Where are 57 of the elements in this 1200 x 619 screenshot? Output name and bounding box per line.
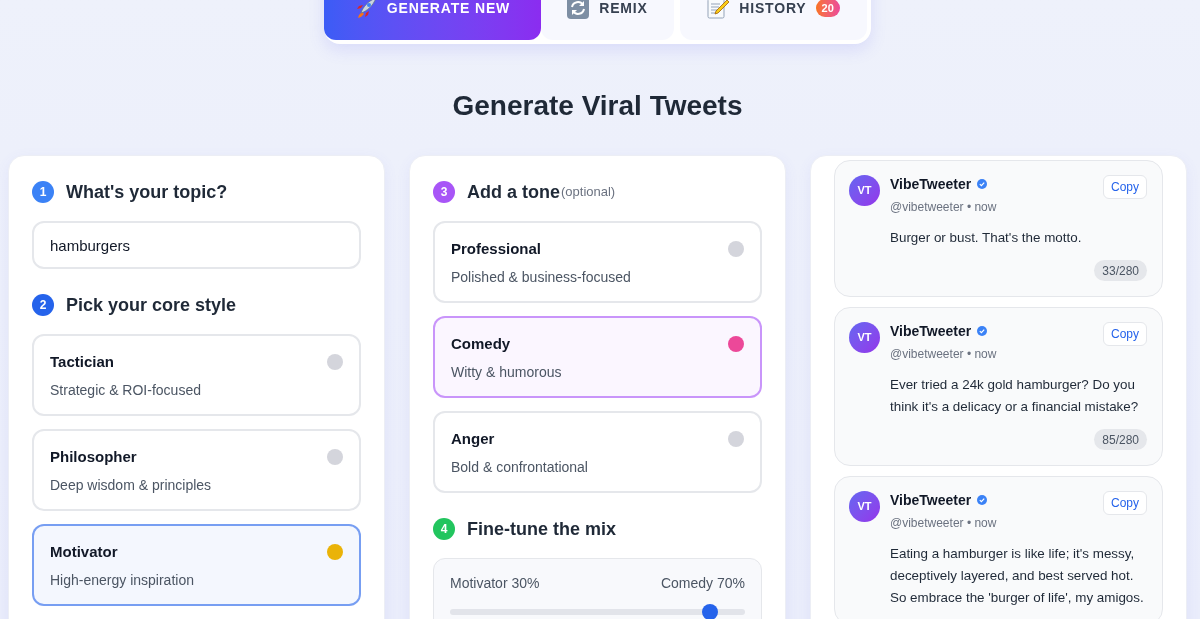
rocket-icon (354, 0, 377, 19)
copy-button[interactable]: Copy (1103, 175, 1147, 199)
option-title: Philosopher (50, 447, 138, 467)
tab[interactable]: REMIX (541, 0, 674, 40)
option-card[interactable]: Anger Bold & confrontational (433, 411, 762, 493)
option-card[interactable]: Philosopher Deep wisdom & principles (32, 429, 361, 511)
tab[interactable]: HISTORY 20 (680, 0, 867, 40)
option-description: Strategic & ROI-focused (50, 381, 201, 400)
memo-pencil-icon (707, 0, 730, 19)
slider-thumb[interactable] (701, 604, 718, 619)
avatar: VT (849, 175, 880, 206)
tweet-text: Ever tried a 24k gold hamburger? Do you think it's a delicacy or a financial mistake? (890, 376, 1140, 416)
section-heading: Pick your core style (66, 294, 237, 317)
option-description: High-energy inspiration (50, 571, 194, 590)
tab[interactable]: GENERATE NEW (324, 0, 541, 40)
tweet-text: Eating a hamburger is like life; it's messy, deceptively layered, and best served hot. So embrace the 'burger of life', my amigos. (890, 545, 1145, 607)
option-description: Polished & business-focused (451, 268, 631, 287)
option-card[interactable]: Professional Polished & business-focused (433, 221, 762, 303)
tweet-text: Burger or bust. That's the motto. (890, 229, 1083, 247)
author-name: VibeTweeter (890, 322, 972, 340)
slider-track[interactable] (450, 604, 745, 619)
author-handle-time: @vibetweeter • now (890, 515, 997, 531)
topic-input[interactable]: hamburgers (32, 221, 361, 269)
character-count: 33/280 (1094, 260, 1147, 281)
option-title: Motivator (50, 542, 119, 562)
option-title: Professional (451, 239, 543, 259)
avatar: VT (849, 322, 880, 353)
option-description: Deep wisdom & principles (50, 476, 212, 495)
section-heading: Fine-tune the mix (467, 518, 616, 541)
optional-note: (optional) (561, 183, 616, 201)
option-title: Anger (451, 429, 496, 449)
option-card[interactable]: Comedy Witty & humorous (433, 316, 762, 398)
slider-left-label: Motivator 30% (450, 574, 540, 593)
step-number-badge: 3 (433, 181, 455, 203)
option-title: Comedy (451, 334, 512, 354)
step-number-badge: 1 (32, 181, 54, 203)
refresh-icon (567, 0, 590, 19)
step-number-badge: 4 (433, 518, 455, 540)
page-title: Generate Viral Tweets (451, 89, 744, 123)
copy-button[interactable]: Copy (1103, 491, 1147, 515)
step-number-badge: 2 (32, 294, 54, 316)
character-count: 85/280 (1094, 429, 1147, 450)
author-handle-time: @vibetweeter • now (890, 199, 997, 215)
section-heading: Add a tone (467, 181, 560, 204)
author-name: VibeTweeter (890, 175, 972, 193)
option-description: Witty & humorous (451, 363, 562, 382)
author-name: VibeTweeter (890, 491, 972, 509)
option-card[interactable]: Tactician Strategic & ROI-focused (32, 334, 361, 416)
slider-right-label: Comedy 70% (660, 574, 745, 593)
option-title: Tactician (50, 352, 115, 372)
count-badge: 20 (815, 0, 840, 17)
section-heading: What's your topic? (66, 181, 228, 204)
author-handle-time: @vibetweeter • now (890, 346, 997, 362)
avatar: VT (849, 491, 880, 522)
option-card[interactable]: Motivator High-energy inspiration (32, 524, 361, 606)
option-description: Bold & confrontational (451, 458, 588, 477)
copy-button[interactable]: Copy (1103, 322, 1147, 346)
